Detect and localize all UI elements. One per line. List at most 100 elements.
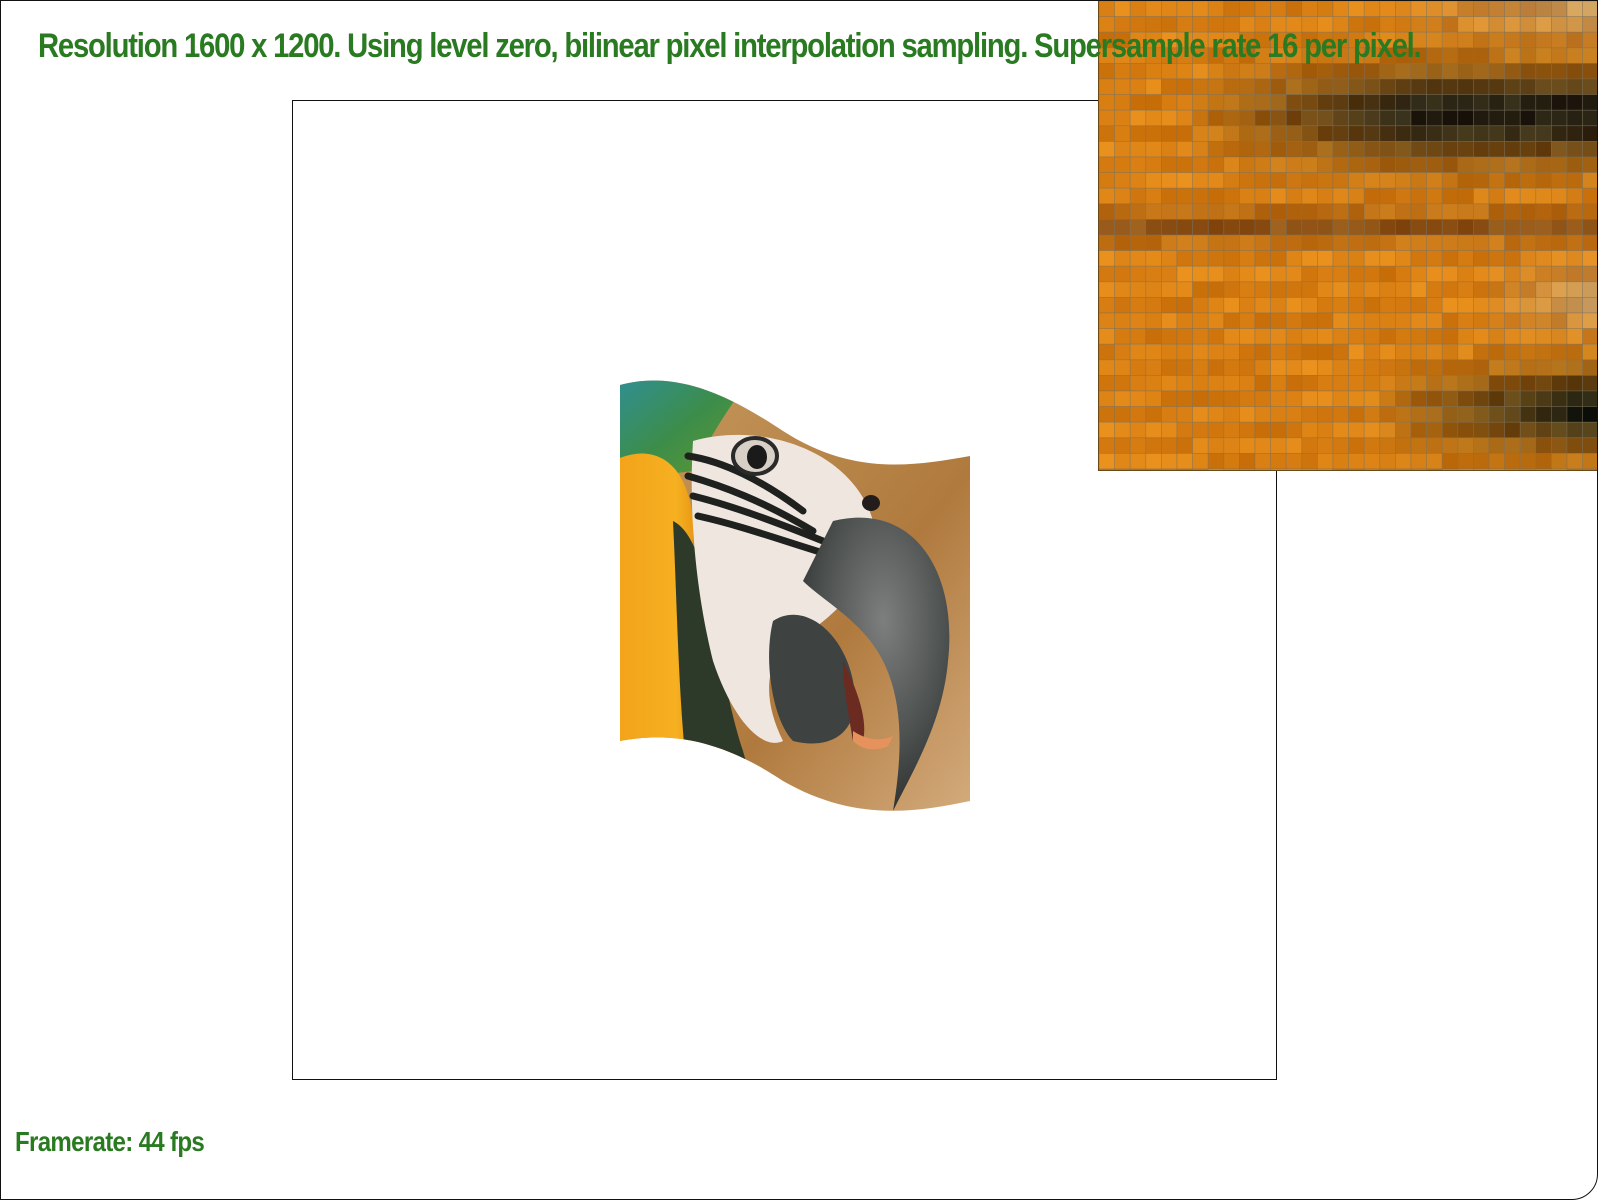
zoom-pixel — [1207, 1, 1225, 17]
zoom-pixel — [1332, 234, 1349, 251]
zoom-pixel — [1332, 468, 1349, 470]
zoom-pixel — [1441, 156, 1459, 173]
zoom-pixel — [1395, 406, 1412, 423]
zoom-pixel — [1348, 125, 1365, 142]
zoom-pixel — [1332, 265, 1349, 283]
zoom-pixel — [1254, 406, 1271, 423]
zoom-pixel — [1473, 187, 1490, 205]
zoom-pixel — [1285, 250, 1303, 267]
zoom-pixel — [1239, 156, 1256, 173]
zoom-pixel — [1395, 250, 1412, 267]
zoom-pixel — [1270, 265, 1287, 283]
zoom-pixel — [1114, 78, 1131, 95]
zoom-pixel — [1145, 250, 1162, 267]
zoom-pixel — [1176, 265, 1193, 283]
zoom-pixel — [1473, 63, 1490, 80]
zoom-pixel — [1270, 312, 1287, 329]
zoom-pixel — [1395, 94, 1412, 111]
zoom-pixel — [1566, 297, 1583, 314]
zoom-pixel — [1582, 281, 1597, 298]
zoom-pixel — [1317, 219, 1334, 236]
zoom-pixel — [1410, 234, 1427, 251]
zoom-pixel — [1519, 203, 1537, 220]
zoom-pixel — [1129, 250, 1147, 267]
zoom-pixel — [1114, 109, 1131, 127]
zoom-pixel — [1441, 63, 1459, 80]
zoom-pixel — [1379, 219, 1396, 236]
zoom-pixel — [1519, 250, 1537, 267]
zoom-pixel — [1441, 421, 1459, 439]
zoom-pixel — [1145, 78, 1162, 95]
zoom-pixel — [1161, 141, 1178, 158]
zoom-pixel — [1379, 297, 1396, 314]
zoom-pixel — [1488, 437, 1505, 454]
zoom-pixel — [1566, 468, 1583, 470]
zoom-pixel — [1207, 390, 1225, 407]
zoom-pixel — [1176, 250, 1193, 267]
zoom-pixel — [1161, 297, 1178, 314]
zoom-pixel — [1535, 1, 1552, 17]
zoom-pixel — [1535, 31, 1552, 49]
zoom-pixel — [1114, 390, 1131, 407]
zoom-pixel — [1488, 328, 1505, 345]
zoom-pixel — [1207, 312, 1225, 329]
zoom-pixel — [1176, 281, 1193, 298]
zoom-pixel — [1285, 78, 1303, 95]
zoom-pixel — [1317, 141, 1334, 158]
zoom-pixel — [1488, 156, 1505, 173]
zoom-pixel — [1410, 265, 1427, 283]
zoom-pixel — [1176, 343, 1193, 361]
zoom-pixel — [1473, 297, 1490, 314]
zoom-pixel — [1395, 187, 1412, 205]
zoom-pixel — [1348, 156, 1365, 173]
zoom-pixel — [1114, 250, 1131, 267]
zoom-pixel — [1254, 203, 1271, 220]
zoom-pixel — [1301, 156, 1318, 173]
zoom-pixel — [1488, 219, 1505, 236]
zoom-pixel — [1535, 94, 1552, 111]
zoom-pixel — [1379, 125, 1396, 142]
zoom-pixel — [1285, 141, 1303, 158]
zoom-pixel — [1551, 16, 1568, 33]
zoom-pixel — [1223, 453, 1240, 470]
zoom-pixel — [1270, 156, 1287, 173]
zoom-pixel — [1161, 359, 1178, 376]
zoom-pixel — [1317, 312, 1334, 329]
zoom-pixel — [1332, 78, 1349, 95]
zoom-pixel — [1566, 234, 1583, 251]
zoom-pixel — [1441, 219, 1459, 236]
zoom-pixel — [1426, 390, 1443, 407]
zoom-pixel — [1348, 172, 1365, 189]
zoom-pixel — [1410, 343, 1427, 361]
zoom-pixel — [1582, 94, 1597, 111]
zoom-pixel — [1254, 281, 1271, 298]
zoom-pixel — [1129, 390, 1147, 407]
zoom-pixel — [1488, 47, 1505, 64]
zoom-pixel — [1488, 390, 1505, 407]
zoom-pixel — [1473, 109, 1490, 127]
zoom-pixel — [1457, 375, 1474, 392]
zoom-pixel — [1317, 109, 1334, 127]
zoom-pixel — [1176, 94, 1193, 111]
zoom-pixel — [1270, 343, 1287, 361]
zoom-pixel — [1301, 219, 1318, 236]
zoom-pixel — [1363, 203, 1381, 220]
zoom-pixel — [1254, 1, 1271, 17]
zoom-pixel — [1535, 359, 1552, 376]
zoom-pixel — [1301, 187, 1318, 205]
zoom-pixel — [1285, 359, 1303, 376]
zoom-pixel — [1473, 94, 1490, 111]
zoom-pixel — [1145, 468, 1162, 470]
zoom-pixel — [1426, 31, 1443, 49]
zoom-pixel — [1332, 390, 1349, 407]
zoom-pixel — [1551, 390, 1568, 407]
zoom-pixel — [1129, 453, 1147, 470]
zoom-pixel — [1379, 406, 1396, 423]
zoom-pixel — [1332, 125, 1349, 142]
zoom-pixel — [1363, 141, 1381, 158]
zoom-pixel — [1129, 359, 1147, 376]
zoom-pixel — [1239, 297, 1256, 314]
zoom-pixel — [1348, 468, 1365, 470]
zoom-pixel — [1099, 156, 1115, 173]
zoom-pixel — [1145, 437, 1162, 454]
